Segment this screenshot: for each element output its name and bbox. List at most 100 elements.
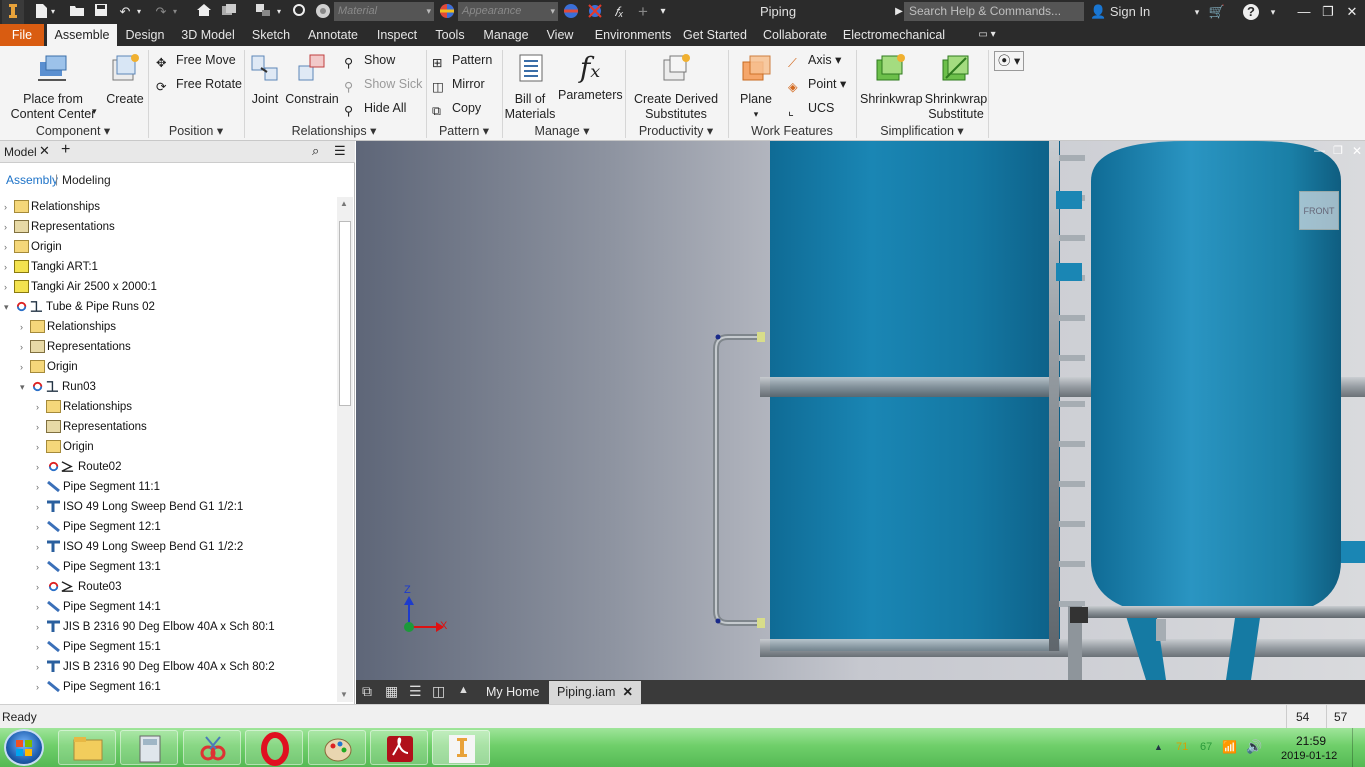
free-rotate-button[interactable]: ⟳ Free Rotate	[156, 75, 242, 94]
tab-tools[interactable]: Tools	[430, 24, 470, 46]
inventor-logo-icon[interactable]	[2, 0, 24, 24]
joint-button[interactable]: Joint	[246, 52, 284, 107]
expand-arrow-icon[interactable]: ›	[36, 437, 46, 457]
open-icon[interactable]	[68, 3, 86, 21]
scroll-down-icon[interactable]: ▼	[340, 690, 348, 699]
taskbar-snipping[interactable]	[183, 730, 241, 765]
collapse-arrow-icon[interactable]: ▾	[4, 297, 14, 317]
tab-annotate[interactable]: Annotate	[302, 24, 364, 46]
tree-item[interactable]: › Pipe Segment 14:1	[36, 597, 161, 617]
plane-dropdown-icon[interactable]: ▾	[734, 107, 778, 122]
tree-item[interactable]: › ISO 49 Long Sweep Bend G1 1/2:2	[36, 537, 243, 557]
viewport-close-icon[interactable]: ✕	[1352, 144, 1362, 158]
create-derived-substitutes-button[interactable]: Create Derived Substitutes	[630, 52, 722, 122]
expand-arrow-icon[interactable]: ›	[36, 417, 46, 437]
appearance-combo[interactable]: Appearance ▾	[458, 2, 558, 21]
tree-item[interactable]: › Route03	[36, 577, 121, 597]
expand-arrow-icon[interactable]: ›	[36, 597, 46, 617]
tab-assemble[interactable]: Assemble	[47, 24, 117, 46]
graphics-viewport[interactable]: X Z FRONT — ❐ ✕	[356, 141, 1365, 680]
volume-icon[interactable]: 🔊	[1246, 739, 1262, 755]
tree-item[interactable]: › JIS B 2316 90 Deg Elbow 40A x Sch 80:1	[36, 617, 275, 637]
expand-arrow-icon[interactable]: ›	[36, 477, 46, 497]
shrinkwrap-button[interactable]: Shrinkwrap	[860, 52, 923, 107]
tree-item[interactable]: › Route02	[36, 457, 121, 477]
home-icon[interactable]	[195, 3, 213, 21]
tab-sketch[interactable]: Sketch	[246, 24, 296, 46]
tree-item[interactable]: ▾ Run03	[20, 377, 96, 397]
expand-arrow-icon[interactable]: ›	[36, 537, 46, 557]
bill-of-materials-button[interactable]: Bill of Materials	[504, 52, 556, 122]
select-icon[interactable]	[254, 3, 272, 21]
tree-item[interactable]: › Representations	[20, 337, 131, 357]
show-sick-button[interactable]: ⚲ Show Sick	[344, 75, 422, 94]
parameters-button[interactable]: 𝑓ₓ Parameters	[558, 52, 623, 103]
expand-arrow-icon[interactable]: ›	[36, 617, 46, 637]
mirror-button[interactable]: ◫ Mirror	[432, 75, 485, 94]
ucs-button[interactable]: ⌞ UCS	[788, 99, 834, 118]
ribbon-options-dropdown[interactable]: ⦿ ▾	[994, 51, 1025, 71]
tree-item[interactable]: › Pipe Segment 13:1	[36, 557, 161, 577]
appearance-icon[interactable]	[438, 3, 456, 21]
tree-item[interactable]: › Pipe Segment 11:1	[36, 477, 160, 497]
manage-panel-label[interactable]: Manage ▾	[504, 122, 620, 140]
browser-menu-icon[interactable]: ☰	[334, 143, 346, 159]
cascade-windows-icon[interactable]: ⧉	[362, 683, 372, 700]
expand-arrow-icon[interactable]: ›	[36, 557, 46, 577]
taskbar-calculator[interactable]	[120, 730, 178, 765]
doc-tab-close-icon[interactable]: ✕	[623, 681, 633, 704]
pattern-button[interactable]: ⊞ Pattern	[432, 51, 492, 70]
tile-windows-icon[interactable]: ▦	[385, 683, 398, 700]
expand-arrow-icon[interactable]: ›	[36, 577, 46, 597]
browser-search-icon[interactable]: ⌕	[312, 143, 319, 159]
expand-arrow-icon[interactable]: ›	[36, 657, 46, 677]
undo-icon[interactable]: ↶	[116, 3, 134, 21]
update-icon[interactable]	[220, 3, 238, 21]
create-component-button[interactable]: Create	[104, 52, 146, 107]
tab-electromechanical[interactable]: Electromechanical	[840, 24, 948, 46]
view-modeling[interactable]: Modeling	[62, 173, 111, 187]
expand-arrow-icon[interactable]: ›	[36, 517, 46, 537]
tree-item[interactable]: ▾ Tube & Pipe Runs 02	[4, 297, 155, 317]
axis-button[interactable]: ⟋ Axis ▾	[788, 51, 841, 70]
browser-scroll-thumb[interactable]	[339, 221, 351, 406]
point-button[interactable]: ◈ Point ▾	[788, 75, 846, 94]
new-dropdown-icon[interactable]: ▾	[48, 3, 58, 21]
network-icon[interactable]: 📶	[1222, 740, 1237, 754]
taskbar-explorer[interactable]	[58, 730, 116, 765]
expand-arrow-icon[interactable]: ›	[4, 197, 14, 217]
tree-item[interactable]: › Pipe Segment 15:1	[36, 637, 161, 657]
taskbar-inventor[interactable]	[432, 730, 490, 765]
start-button[interactable]	[4, 729, 44, 766]
expand-arrow-icon[interactable]: ›	[4, 277, 14, 297]
expand-arrow-icon[interactable]: ›	[36, 457, 46, 477]
minimize-icon[interactable]: —	[1292, 2, 1316, 22]
expand-arrow-icon[interactable]: ›	[20, 317, 30, 337]
tree-item[interactable]: › Tangki ART:1	[4, 257, 98, 277]
taskbar-acrobat[interactable]	[370, 730, 428, 765]
tab-collaborate[interactable]: Collaborate	[758, 24, 832, 46]
clear-appearance-icon[interactable]	[586, 3, 604, 21]
relationships-panel-label[interactable]: Relationships ▾	[246, 122, 422, 140]
browser-add-icon[interactable]: +	[61, 141, 70, 159]
tab-file[interactable]: File	[0, 24, 44, 46]
expand-arrow-icon[interactable]: ›	[36, 497, 46, 517]
simplification-panel-label[interactable]: Simplification ▾	[858, 122, 986, 140]
tree-item[interactable]: › Origin	[20, 357, 78, 377]
clock-time[interactable]: 21:59	[1296, 734, 1326, 748]
expand-arrow-icon[interactable]: ›	[36, 397, 46, 417]
plus-icon[interactable]: +	[634, 3, 652, 21]
shrinkwrap-substitute-button[interactable]: Shrinkwrap Substitute	[922, 52, 990, 122]
ribbon-display-toggle-icon[interactable]: ▭ ▾	[972, 24, 1002, 46]
restore-icon[interactable]: ❐	[1316, 2, 1340, 22]
tree-item[interactable]: › ISO 49 Long Sweep Bend G1 1/2:1	[36, 497, 243, 517]
expand-arrow-icon[interactable]: ›	[36, 637, 46, 657]
tab-list-up-icon[interactable]: ▲	[458, 684, 469, 696]
scroll-up-icon[interactable]: ▲	[340, 199, 348, 208]
place-from-content-center-button[interactable]: Place from Content Center	[10, 52, 96, 122]
free-move-button[interactable]: ✥ Free Move	[156, 51, 236, 70]
help-icon[interactable]: ?	[1243, 4, 1259, 20]
tab-view[interactable]: View	[542, 24, 578, 46]
taskbar-opera[interactable]	[245, 730, 303, 766]
expand-arrow-icon[interactable]: ›	[36, 677, 46, 697]
